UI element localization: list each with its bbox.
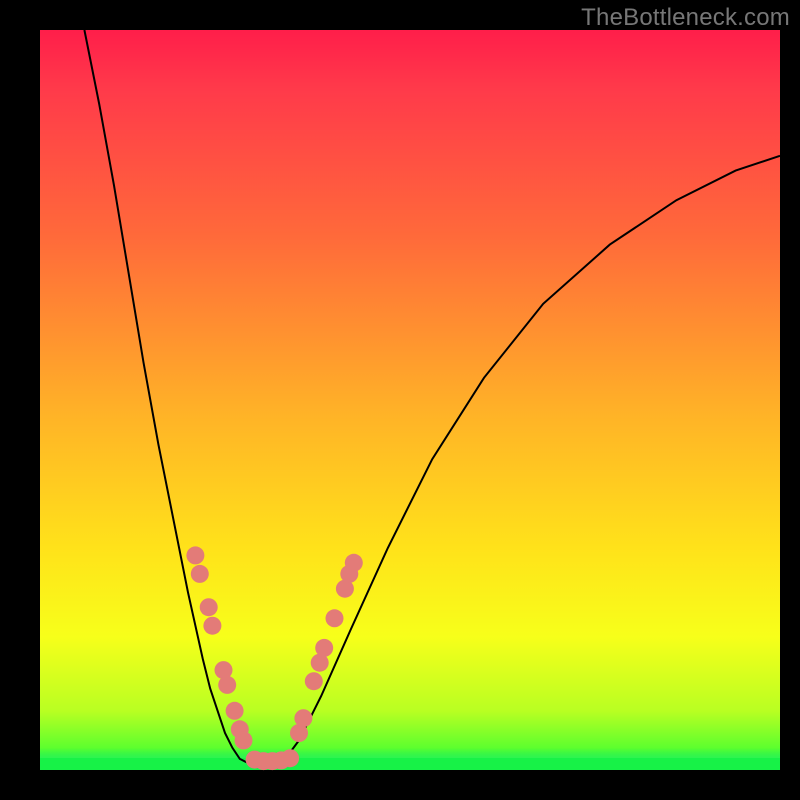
data-marker [191,565,209,583]
data-marker [235,731,253,749]
plot-area [40,30,780,770]
data-marker [326,609,344,627]
data-marker [281,749,299,767]
bottleneck-curve [84,30,780,764]
marker-group [186,546,362,770]
data-marker [203,617,221,635]
data-marker [315,639,333,657]
data-marker [186,546,204,564]
data-marker [345,554,363,572]
frame: TheBottleneck.com [0,0,800,800]
data-marker [305,672,323,690]
data-marker [226,702,244,720]
chart-svg [40,30,780,770]
data-marker [294,709,312,727]
data-marker [200,598,218,616]
data-marker [218,676,236,694]
watermark-text: TheBottleneck.com [581,4,790,32]
